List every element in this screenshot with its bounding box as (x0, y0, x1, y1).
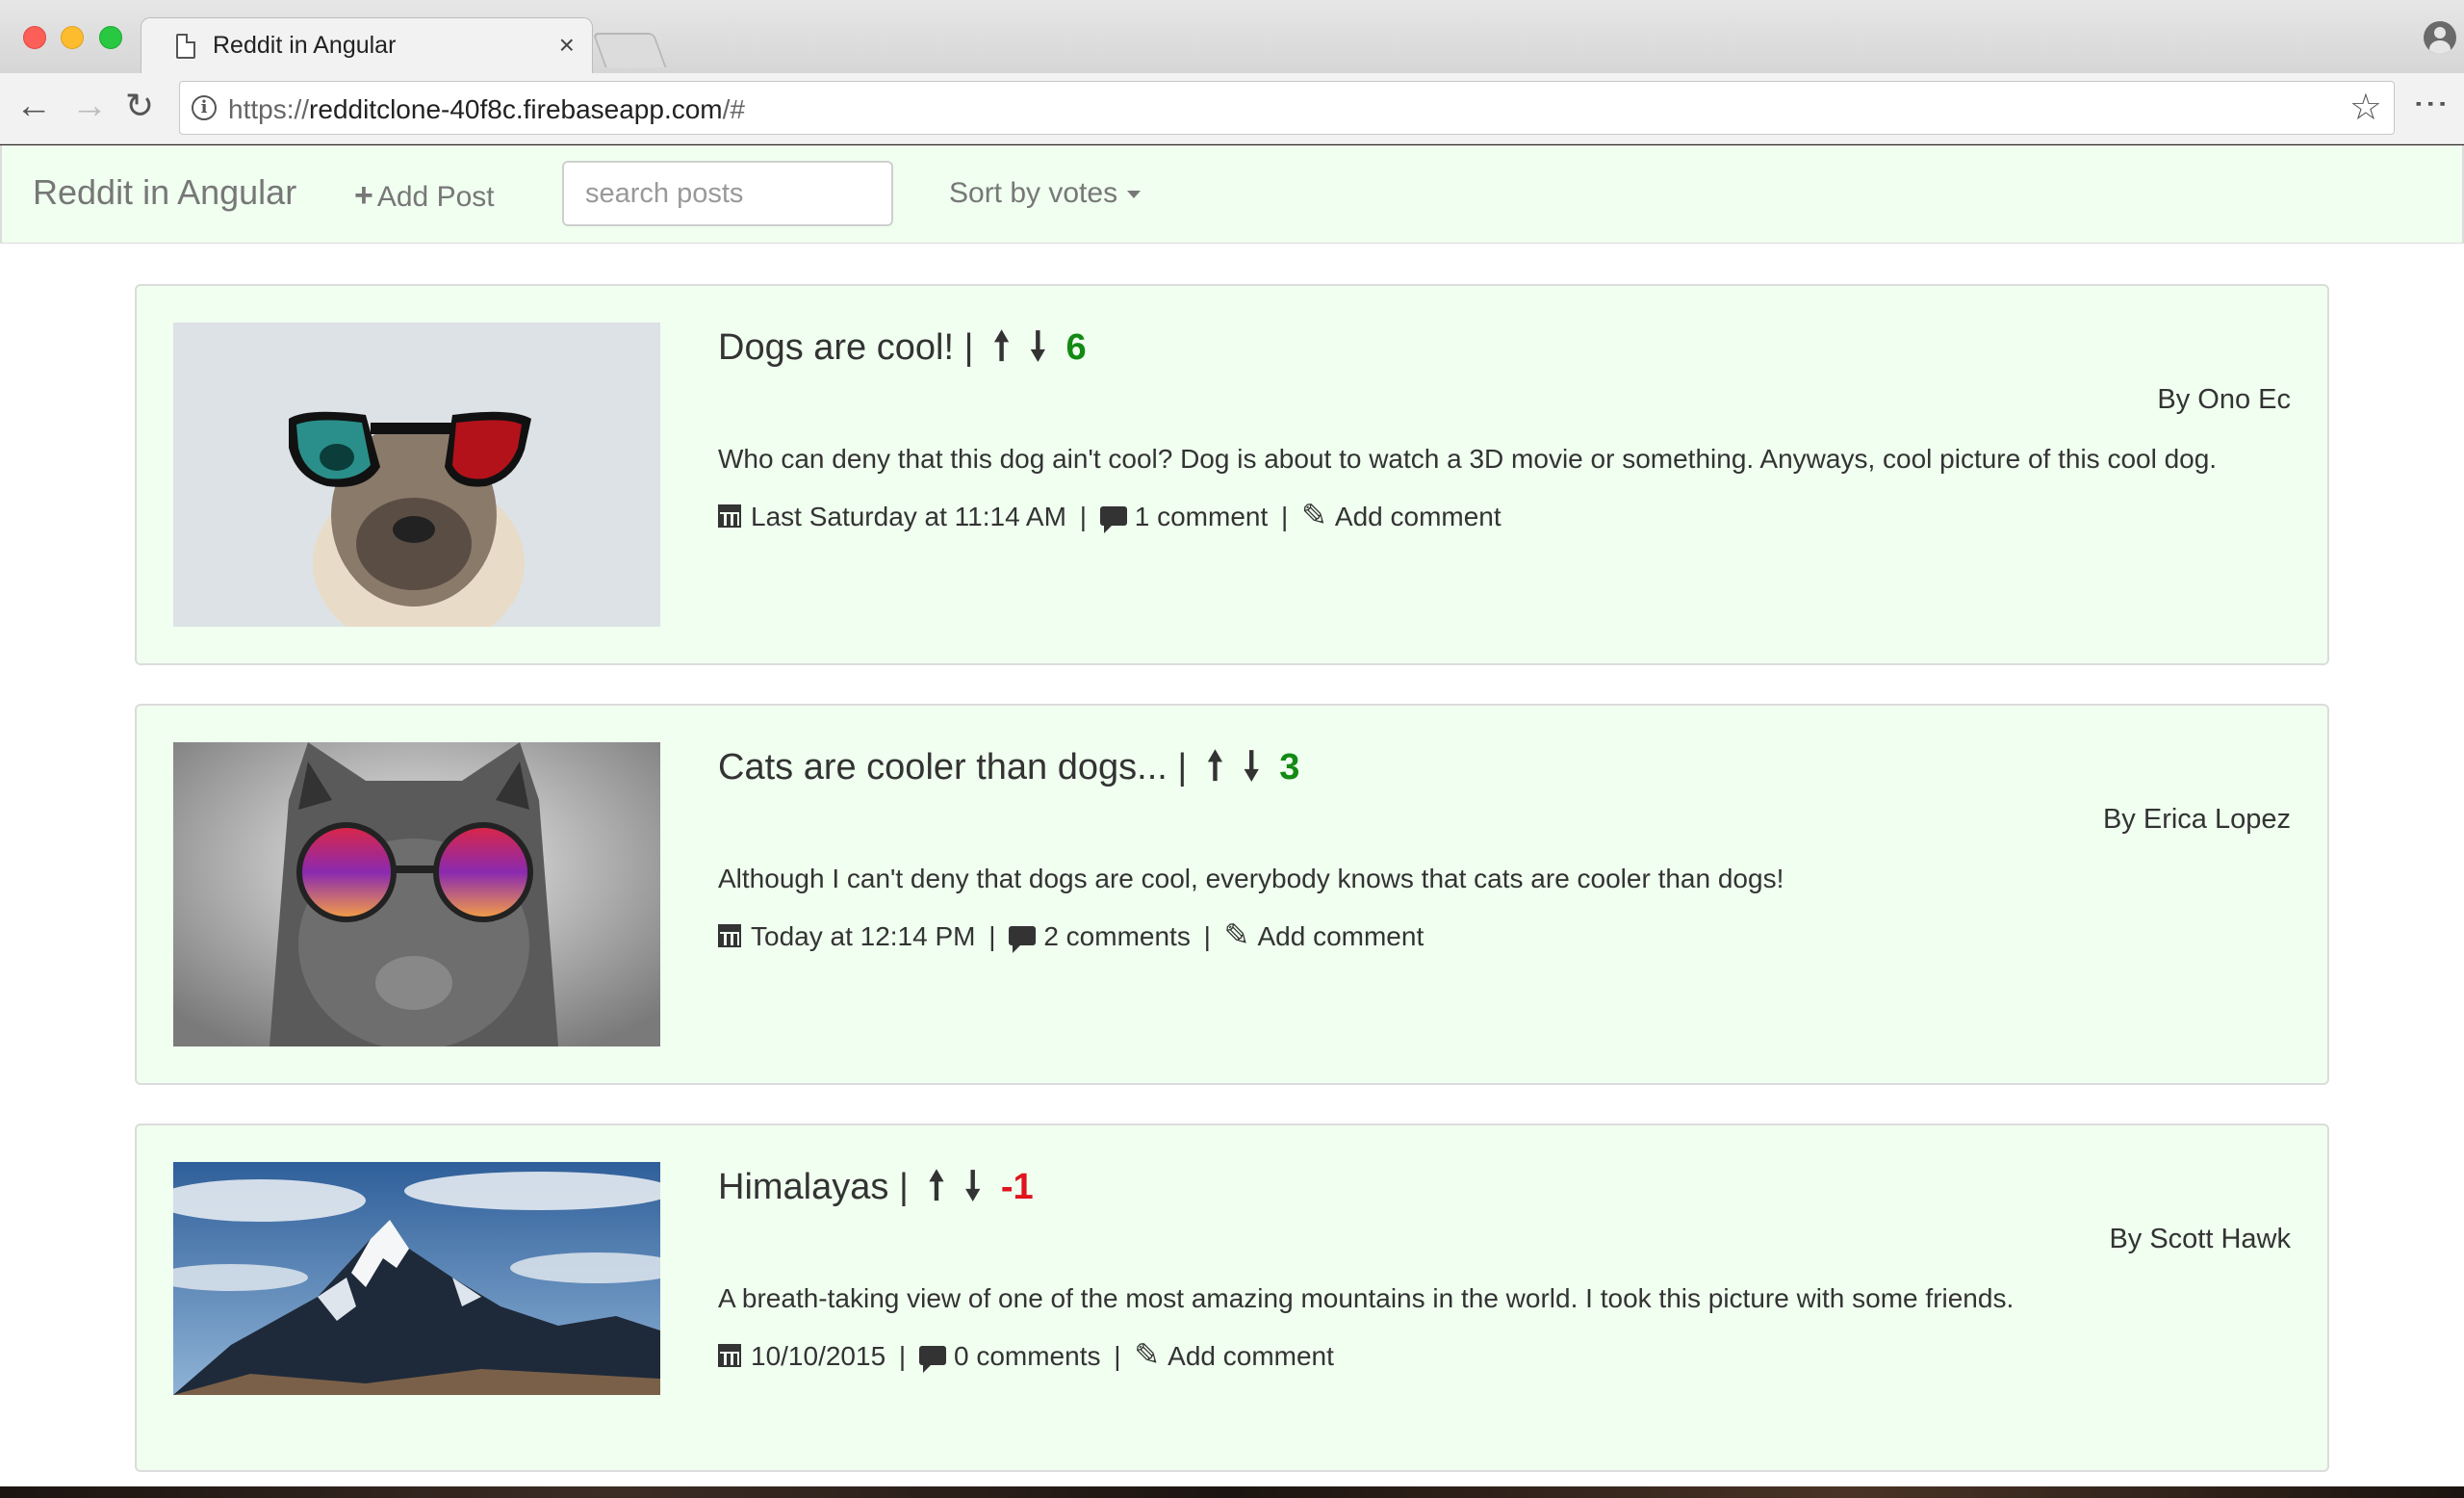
post-card: Dogs are cool! | 🠕 🠗 6 By Ono Ec Who can… (135, 284, 2329, 665)
post-title[interactable]: Cats are cooler than dogs... (718, 747, 1168, 788)
post-author: By Ono Ec (2157, 384, 2291, 415)
post-content: Himalayas | 🠕 🠗 -1 By Scott Hawk A breat… (718, 1162, 2291, 1376)
brand-link[interactable]: Reddit in Angular (33, 172, 296, 213)
post-date: Today at 12:14 PM (751, 921, 976, 951)
post-title[interactable]: Dogs are cool! (718, 327, 954, 368)
plus-icon: + (354, 177, 373, 214)
url-host: redditclone-40f8c.firebaseapp.com (309, 94, 723, 124)
star-icon[interactable]: ☆ (2349, 86, 2382, 129)
caret-down-icon (1127, 191, 1142, 199)
desktop-background-strip (0, 1486, 2464, 1498)
page-icon (176, 34, 195, 59)
reload-icon[interactable]: ↻ (125, 87, 154, 125)
browser-toolbar: ← → ↻ i https://redditclone-40f8c.fireba… (0, 73, 2464, 144)
mountain-image (173, 1162, 660, 1395)
post-author: By Erica Lopez (2102, 804, 2291, 835)
downvote-arrow-icon[interactable]: 🠗 (1030, 325, 1046, 368)
sort-dropdown[interactable]: Sort by votes (949, 177, 1142, 210)
post-title[interactable]: Himalayas (718, 1167, 888, 1207)
post-image-mountain (173, 1162, 660, 1395)
app-navbar: Reddit in Angular +Add Post Sort by vote… (0, 145, 2464, 244)
pug-image (173, 323, 660, 627)
menu-icon[interactable]: ⋮ (2412, 87, 2451, 121)
browser-titlebar: Reddit in Angular × (0, 0, 2464, 75)
profile-icon[interactable] (2424, 21, 2456, 54)
post-body: Although I can't deny that dogs are cool… (718, 864, 1784, 893)
forward-icon[interactable]: → (71, 87, 108, 125)
tab-close-icon[interactable]: × (559, 30, 575, 61)
post-date: 10/10/2015 (751, 1341, 886, 1371)
cat-image (173, 742, 660, 1046)
comment-count[interactable]: 1 comment (1135, 502, 1269, 531)
post-title-row: Cats are cooler than dogs... | 🠕 🠗 3 (718, 742, 2291, 796)
vote-score: -1 (1000, 1167, 1034, 1207)
post-image-cat (173, 742, 660, 1046)
pencil-icon: ✎ (1301, 498, 1327, 532)
comment-icon (918, 1346, 946, 1373)
vote-score: 6 (1065, 327, 1087, 368)
comment-count[interactable]: 0 comments (954, 1341, 1101, 1371)
page-content: Reddit in Angular +Add Post Sort by vote… (0, 145, 2464, 1486)
title-separator: | (963, 327, 974, 368)
post-meta: 10/10/2015 | 0 comments | ✎ Add comment (718, 1335, 2291, 1376)
comment-icon (1009, 926, 1037, 953)
upvote-arrow-icon[interactable]: 🠕 (928, 1165, 944, 1207)
vote-score: 3 (1279, 747, 1300, 788)
post-card: Himalayas | 🠕 🠗 -1 By Scott Hawk A breat… (135, 1124, 2329, 1472)
post-title-row: Dogs are cool! | 🠕 🠗 6 (718, 323, 2291, 376)
post-body: Who can deny that this dog ain't cool? D… (718, 444, 2218, 474)
calendar-icon (718, 1344, 741, 1367)
post-image-pug (173, 323, 660, 627)
pencil-icon: ✎ (1134, 1337, 1161, 1372)
search-input[interactable] (562, 161, 893, 226)
tab-title: Reddit in Angular (213, 32, 397, 59)
post-content: Dogs are cool! | 🠕 🠗 6 By Ono Ec Who can… (718, 323, 2291, 536)
add-post-button[interactable]: + Add Post (354, 177, 495, 215)
comment-icon (1099, 506, 1127, 533)
comment-count[interactable]: 2 comments (1043, 921, 1191, 951)
upvote-arrow-icon[interactable]: 🠕 (1207, 745, 1223, 788)
back-icon[interactable]: ← (15, 87, 52, 125)
sort-label: Sort by votes (949, 177, 1118, 209)
url-path: /# (722, 94, 745, 124)
maximize-window-button[interactable] (99, 26, 122, 49)
url-text[interactable]: https://redditclone-40f8c.firebaseapp.co… (228, 94, 745, 125)
post-body: A breath-taking view of one of the most … (718, 1283, 2015, 1313)
title-separator: | (1177, 747, 1188, 788)
upvote-arrow-icon[interactable]: 🠕 (993, 325, 1010, 368)
post-content: Cats are cooler than dogs... | 🠕 🠗 3 By … (718, 742, 2291, 956)
post-meta: Today at 12:14 PM | 2 comments | ✎ Add co… (718, 916, 2291, 956)
calendar-icon (718, 504, 741, 528)
post-card: Cats are cooler than dogs... | 🠕 🠗 3 By … (135, 704, 2329, 1085)
post-title-row: Himalayas | 🠕 🠗 -1 (718, 1162, 2291, 1216)
downvote-arrow-icon[interactable]: 🠗 (964, 1165, 981, 1207)
info-icon[interactable]: i (192, 95, 217, 120)
post-author: By Scott Hawk (2109, 1224, 2291, 1254)
minimize-window-button[interactable] (61, 26, 84, 49)
calendar-icon (718, 924, 741, 947)
close-window-button[interactable] (23, 26, 46, 49)
pencil-icon: ✎ (1223, 917, 1250, 952)
add-post-label: Add Post (376, 181, 495, 213)
add-comment-link[interactable]: Add comment (1335, 502, 1502, 531)
browser-tab-active[interactable]: Reddit in Angular × (141, 17, 593, 75)
new-tab-button[interactable] (592, 33, 667, 67)
post-meta: Last Saturday at 11:14 AM | 1 comment | … (718, 496, 2291, 536)
url-protocol: https:// (228, 94, 310, 124)
address-bar[interactable]: i https://redditclone-40f8c.firebaseapp.… (179, 81, 2395, 135)
post-date: Last Saturday at 11:14 AM (751, 502, 1066, 531)
downvote-arrow-icon[interactable]: 🠗 (1244, 745, 1260, 788)
add-comment-link[interactable]: Add comment (1168, 1341, 1334, 1371)
title-separator: | (898, 1167, 909, 1207)
add-comment-link[interactable]: Add comment (1257, 921, 1424, 951)
